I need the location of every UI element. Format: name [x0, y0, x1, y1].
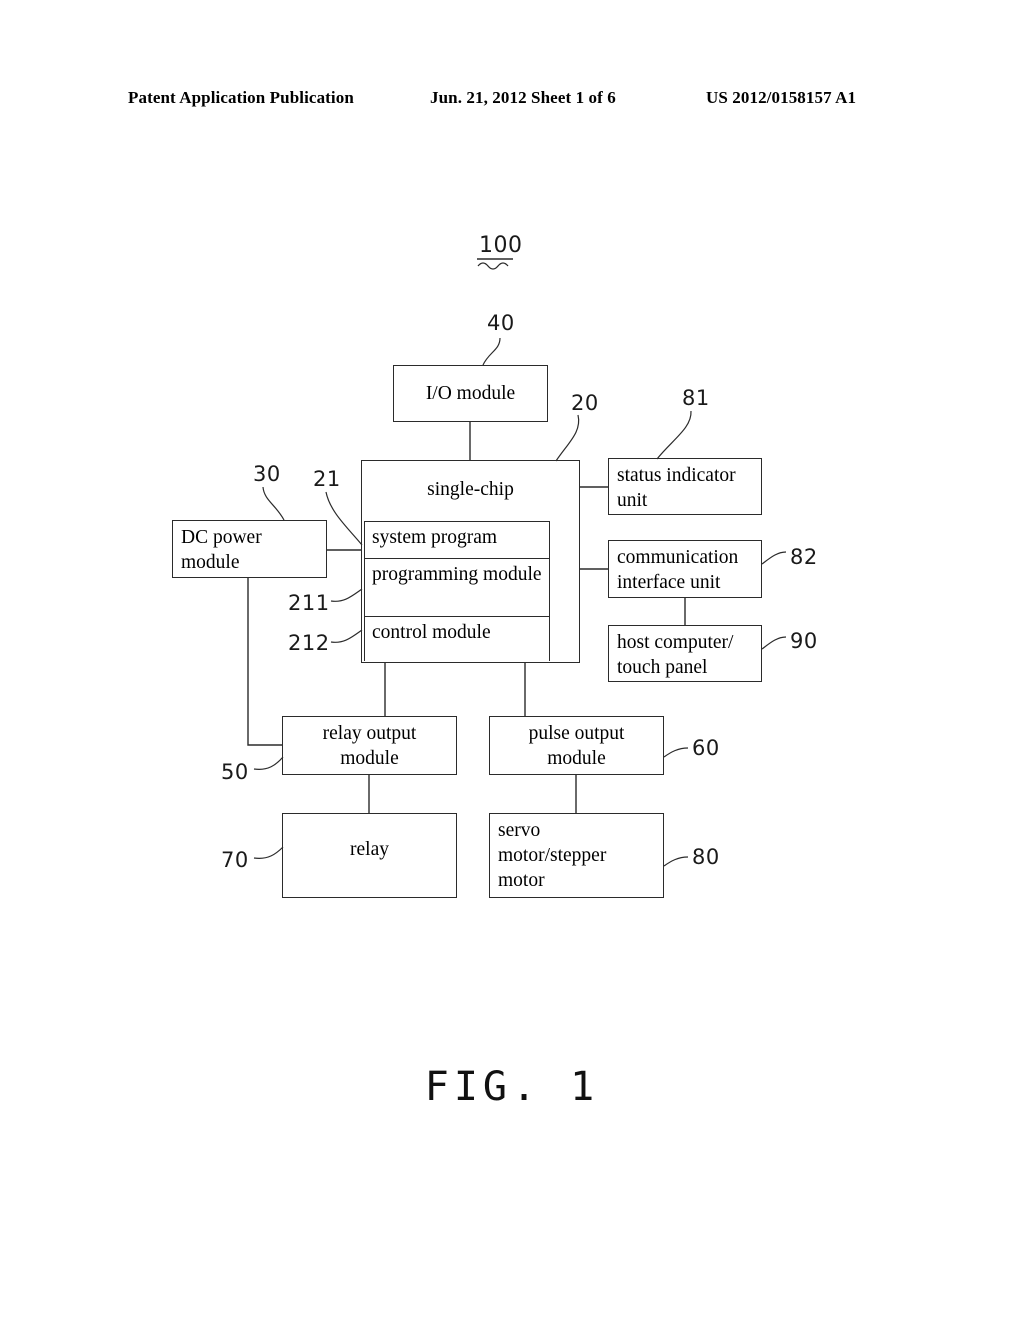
ref-numeral-20: 20	[571, 391, 599, 415]
leader-70	[253, 846, 284, 859]
leader-30	[262, 486, 285, 521]
block-servo-motor-label-line3: motor	[498, 870, 545, 891]
leader-80	[663, 856, 689, 867]
leader-81	[656, 410, 692, 460]
ref-numeral-100: 100	[479, 233, 523, 258]
block-dc-power-module-label-line2: module	[181, 552, 240, 573]
block-system-program: system program programming module contro…	[364, 521, 550, 661]
ref-numeral-30: 30	[253, 462, 281, 486]
leader-212	[330, 629, 363, 643]
block-programming-module-label-line1: programming	[372, 564, 479, 585]
block-single-chip: single-chip system program programming m…	[361, 460, 580, 663]
system-ref-squiggle	[477, 262, 509, 270]
block-servo-motor-label-line2: motor/stepper	[498, 845, 607, 866]
block-control-module-label: control module	[372, 622, 491, 643]
block-io-module-label: I/O module	[425, 383, 516, 404]
block-dc-power-module-label-line1: DC power	[181, 527, 262, 548]
block-dc-power-module: DC power module	[172, 520, 327, 578]
block-pulse-output-module-label-line2: module	[547, 748, 606, 769]
block-control-module: control module	[365, 617, 549, 660]
leader-20	[555, 414, 580, 462]
ref-numeral-211: 211	[288, 591, 330, 615]
block-servo-motor-label-line1: servo	[498, 820, 541, 841]
ref-numeral-21: 21	[313, 467, 341, 491]
ref-numeral-70: 70	[221, 848, 249, 872]
block-relay-label: relay	[350, 839, 389, 860]
leader-21	[325, 491, 363, 546]
block-status-indicator-unit-label-line2: unit	[617, 490, 648, 511]
block-io-module: I/O module	[393, 365, 548, 422]
block-pulse-output-module: pulse output module	[489, 716, 664, 775]
block-servo-motor-stepper-motor: servo motor/stepper motor	[489, 813, 664, 898]
block-pulse-output-module-label-line1: pulse output	[528, 723, 625, 744]
block-host-computer-label-line1: host computer/	[617, 632, 734, 653]
block-relay-output-module-label-line1: relay output	[322, 723, 417, 744]
block-programming-module: programming module	[365, 559, 549, 617]
ref-numeral-212: 212	[288, 631, 330, 655]
ref-numeral-60: 60	[692, 736, 720, 760]
block-status-indicator-unit-label-line1: status indicator	[617, 465, 736, 486]
leader-60	[663, 747, 689, 758]
block-single-chip-label: single-chip	[427, 479, 514, 500]
leader-40	[482, 337, 501, 366]
block-system-program-label: system program	[372, 527, 498, 548]
figure-diagram: 100 40 20 81 30 21 82 211 90 212 50 60 7…	[0, 0, 1024, 1320]
block-host-computer-touch-panel: host computer/ touch panel	[608, 625, 762, 682]
block-communication-interface-unit-label-line2: interface unit	[617, 572, 721, 593]
leader-90	[761, 636, 787, 650]
block-status-indicator-unit: status indicator unit	[608, 458, 762, 515]
leader-211	[330, 588, 363, 602]
ref-numeral-81: 81	[682, 386, 710, 410]
leader-82	[761, 551, 787, 565]
block-communication-interface-unit: communication interface unit	[608, 540, 762, 598]
conn-dcpower-to-relayout	[247, 578, 282, 746]
block-relay-output-module-label-line2: module	[340, 748, 399, 769]
block-communication-interface-unit-label-line1: communication	[617, 547, 739, 568]
block-programming-module-label-line2: module	[483, 564, 542, 585]
ref-numeral-82: 82	[790, 545, 818, 569]
ref-numeral-80: 80	[692, 845, 720, 869]
block-relay: relay	[282, 813, 457, 898]
figure-caption: FIG. 1	[424, 1064, 600, 1110]
ref-numeral-90: 90	[790, 629, 818, 653]
leader-50	[253, 756, 284, 770]
block-system-program-row: system program	[365, 522, 549, 559]
ref-numeral-50: 50	[221, 760, 249, 784]
block-host-computer-label-line2: touch panel	[617, 657, 708, 678]
ref-numeral-40: 40	[487, 311, 515, 335]
block-relay-output-module: relay output module	[282, 716, 457, 775]
